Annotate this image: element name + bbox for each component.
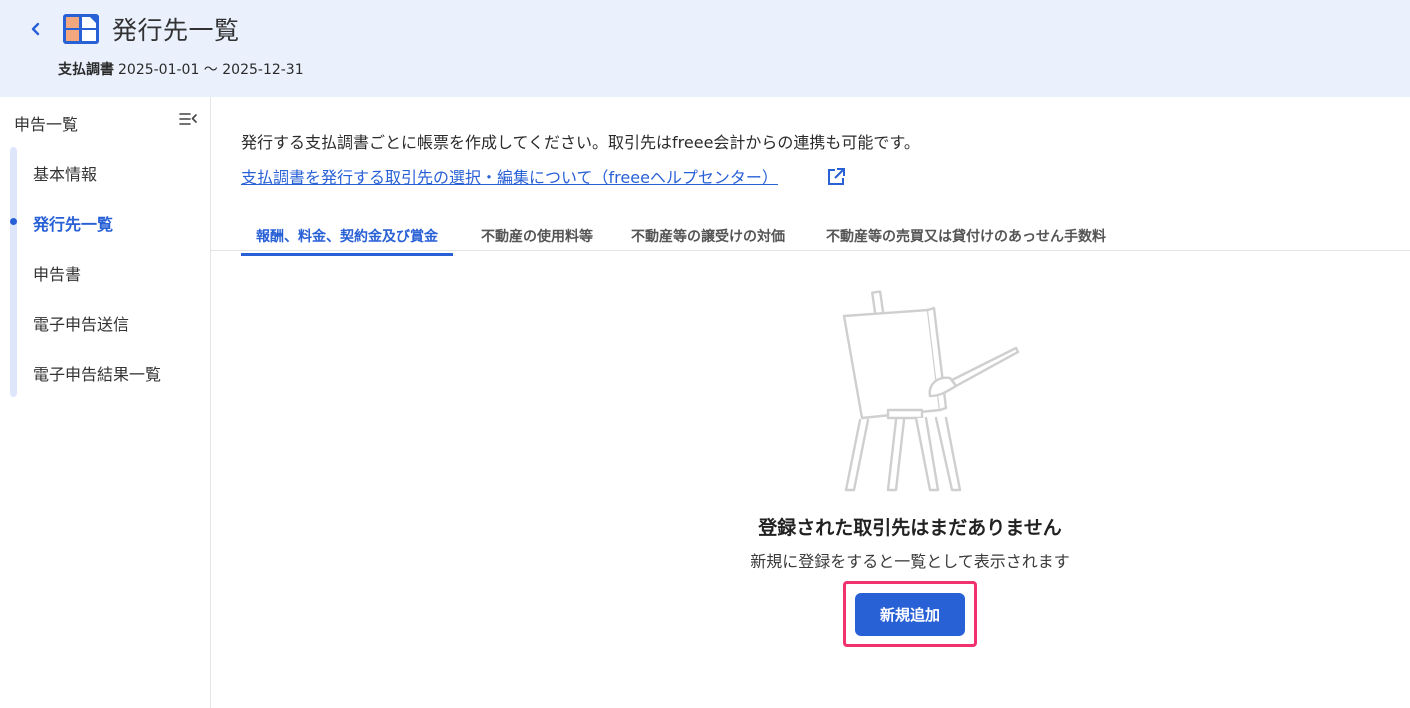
doc-type-label: 支払調書 [58, 62, 114, 78]
page-header: 発行先一覧 支払調書 2025-01-01 〜 2025-12-31 [0, 0, 1410, 97]
active-indicator-dot [10, 218, 17, 225]
sidebar-item-e-filing[interactable]: 電子申告送信 [33, 311, 129, 335]
chevron-left-icon [31, 22, 40, 36]
easel-illustration-icon [842, 290, 1020, 492]
page-title: 発行先一覧 [112, 16, 240, 45]
collapse-menu-icon [179, 113, 197, 125]
external-link-icon[interactable] [826, 167, 846, 187]
back-button[interactable] [26, 18, 46, 40]
sidebar-item-e-filing-results[interactable]: 電子申告結果一覧 [33, 361, 161, 385]
period-range: 2025-01-01 〜 2025-12-31 [118, 62, 304, 78]
add-new-button[interactable]: 新規追加 [855, 593, 965, 636]
sidebar: 申告一覧 基本情報 発行先一覧 申告書 電子申告送信 電子申告結果一覧 [0, 97, 211, 708]
empty-state-title: 登録された取引先はまだありません [758, 517, 1062, 539]
period-subtitle: 支払調書 2025-01-01 〜 2025-12-31 [58, 59, 304, 79]
sidebar-heading: 申告一覧 [14, 115, 79, 134]
help-center-link[interactable]: 支払調書を発行する取引先の選択・編集について（freeeヘルプセンター） [241, 164, 778, 188]
sidebar-item-declaration[interactable]: 申告書 [33, 261, 81, 285]
collapse-sidebar-button[interactable] [178, 111, 198, 127]
sidebar-item-recipients[interactable]: 発行先一覧 [33, 211, 113, 235]
tabs-divider [211, 250, 1410, 251]
empty-state-description: 新規に登録をすると一覧として表示されます [750, 552, 1070, 571]
sidebar-progress-rail [10, 147, 17, 397]
tab-remuneration[interactable]: 報酬、料金、契約金及び賞金 [241, 226, 453, 256]
sidebar-item-basic-info[interactable]: 基本情報 [33, 161, 97, 185]
intro-text: 発行する支払調書ごとに帳票を作成してください。取引先はfreee会計からの連携も… [241, 133, 920, 152]
document-layout-icon [63, 14, 99, 44]
